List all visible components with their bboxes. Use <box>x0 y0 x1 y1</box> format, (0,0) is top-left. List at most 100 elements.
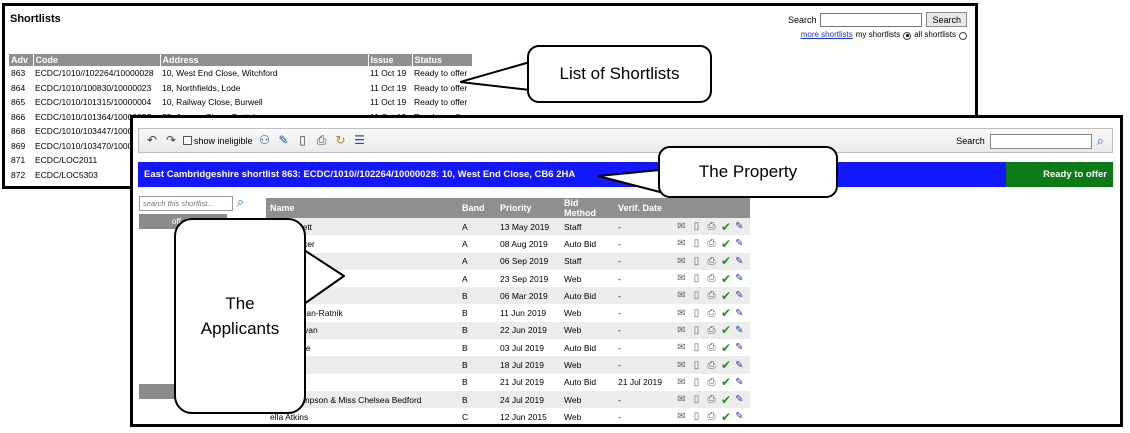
redo-icon[interactable]: ↷ <box>164 133 178 147</box>
more-shortlists-link[interactable]: more shortlists <box>801 30 853 39</box>
print-icon[interactable]: ⎙ <box>706 325 717 336</box>
check-icon[interactable]: ✔ <box>721 272 731 286</box>
email-icon[interactable]: ✉ <box>676 256 687 267</box>
show-ineligible-toggle[interactable]: show ineligible <box>183 135 253 146</box>
email-icon[interactable]: ✉ <box>676 360 687 371</box>
table-row[interactable]: 865 ECDC/1010/101315/10000004 10, Railway … <box>9 95 472 110</box>
check-icon[interactable]: ✔ <box>721 358 731 372</box>
applicant-row[interactable]: d ArmitageB03 Jul 2019Auto Bid-✉▯⎙✔✎ <box>266 339 750 356</box>
check-icon[interactable]: ✔ <box>721 341 731 355</box>
list-icon[interactable]: ☰ <box>353 133 367 147</box>
column-header-verif-date[interactable]: Verif. Date <box>614 198 672 218</box>
print-icon[interactable]: ⎙ <box>706 256 717 267</box>
email-icon[interactable]: ✉ <box>676 377 687 388</box>
check-icon[interactable]: ✔ <box>721 306 731 320</box>
shortlist-search-input[interactable] <box>139 196 233 211</box>
undo-icon[interactable]: ↶ <box>145 133 159 147</box>
edit-icon[interactable]: ✎ <box>735 290 743 301</box>
shortlists-search-input[interactable] <box>820 12 923 27</box>
check-icon[interactable]: ✔ <box>721 254 731 268</box>
edit-icon[interactable]: ✎ <box>735 221 743 232</box>
print-icon[interactable]: ⎙ <box>706 238 717 249</box>
edit-icon[interactable]: ✎ <box>735 325 743 336</box>
print-icon[interactable]: ⎙ <box>315 133 329 147</box>
check-icon[interactable]: ✔ <box>721 289 731 303</box>
column-header-address[interactable]: Address <box>160 54 369 66</box>
toolbar-search-input[interactable] <box>989 133 1092 149</box>
search-button[interactable]: Search <box>926 12 967 27</box>
applicant-row[interactable]: ale HowlettA13 May 2019Staff-✉▯⎙✔✎ <box>266 218 750 236</box>
document-icon[interactable]: ▯ <box>691 273 702 284</box>
check-icon[interactable]: ✔ <box>721 375 731 389</box>
applicant-row[interactable]: BarrettB18 Jul 2019Web-✉▯⎙✔✎ <box>266 356 750 374</box>
print-icon[interactable]: ⎙ <box>706 394 717 405</box>
print-icon[interactable]: ⎙ <box>706 360 717 371</box>
shortlist-search-icon[interactable]: ⌕ <box>237 194 244 210</box>
print-icon[interactable]: ⎙ <box>706 411 717 422</box>
column-header-adv[interactable]: Adv <box>9 54 34 66</box>
all-shortlists-radio[interactable] <box>959 31 967 40</box>
document-icon[interactable]: ▯ <box>691 308 702 319</box>
edit-icon[interactable]: ✎ <box>735 377 743 388</box>
edit-icon[interactable]: ✎ <box>735 273 743 284</box>
email-icon[interactable]: ✉ <box>676 273 687 284</box>
edit-icon[interactable]: ✎ <box>277 133 291 147</box>
document-icon[interactable]: ▯ <box>691 325 702 336</box>
email-icon[interactable]: ✉ <box>676 238 687 249</box>
print-icon[interactable]: ⎙ <box>706 290 717 301</box>
refresh-icon[interactable]: ↻ <box>334 133 348 147</box>
applicant-row[interactable]: ella Atkins C 12 Jun 2015 Web - ✉ ▯ ⎙ ✔ ✎ <box>266 408 750 424</box>
document-icon[interactable]: ▯ <box>691 290 702 301</box>
print-icon[interactable]: ⎙ <box>706 342 717 353</box>
edit-icon[interactable]: ✎ <box>735 394 743 405</box>
applicant-row[interactable]: new SullivanB22 Jun 2019Web-✉▯⎙✔✎ <box>266 321 750 340</box>
column-header-priority[interactable]: Priority <box>496 198 560 218</box>
check-icon[interactable]: ✔ <box>721 393 731 407</box>
email-icon[interactable]: ✉ <box>676 342 687 353</box>
show-ineligible-checkbox[interactable] <box>183 135 192 145</box>
edit-icon[interactable]: ✎ <box>735 342 743 353</box>
document-icon[interactable]: ▯ <box>691 342 702 353</box>
column-header-code[interactable]: Code <box>33 54 161 66</box>
print-icon[interactable]: ⎙ <box>706 273 717 284</box>
table-row[interactable]: 863 ECDC/1010//102264/10000028 10, West En… <box>9 66 472 81</box>
applicant-row[interactable]: olas Thompson & Miss Chelsea Bedford B 24 … <box>266 390 750 409</box>
email-icon[interactable]: ✉ <box>676 411 687 422</box>
print-icon[interactable]: ⎙ <box>706 308 717 319</box>
document-icon[interactable]: ▯ <box>691 221 702 232</box>
document-icon[interactable]: ▯ <box>691 360 702 371</box>
applicant-row[interactable]: BrownB21 Jul 2019Auto Bid21 Jul 2019✉▯⎙✔… <box>266 374 750 391</box>
check-icon[interactable]: ✔ <box>721 237 731 251</box>
document-icon[interactable]: ▯ <box>691 411 702 422</box>
edit-icon[interactable]: ✎ <box>735 411 743 422</box>
users-icon[interactable]: ⚇ <box>258 133 272 147</box>
document-icon[interactable]: ▯ <box>691 394 702 405</box>
document-icon[interactable]: ▯ <box>691 256 702 267</box>
email-icon[interactable]: ✉ <box>676 221 687 232</box>
search-icon[interactable]: ⌕ <box>1097 133 1104 149</box>
table-row[interactable]: 864 ECDC/1010/100830/10000023 18, Northfie… <box>9 81 472 96</box>
email-icon[interactable]: ✉ <box>676 394 687 405</box>
check-icon[interactable]: ✔ <box>721 220 731 234</box>
document-icon[interactable]: ▯ <box>691 238 702 249</box>
edit-icon[interactable]: ✎ <box>735 256 743 267</box>
check-icon[interactable]: ✔ <box>721 323 731 337</box>
column-header-name[interactable]: Name <box>266 198 458 218</box>
email-icon[interactable]: ✉ <box>676 308 687 319</box>
applicant-actions: ✉ ▯ ⎙ ✔ ✎ <box>672 321 750 340</box>
document-icon[interactable]: ▯ <box>691 377 702 388</box>
applicant-actions: ✉ ▯ ⎙ ✔ ✎ <box>672 390 750 409</box>
edit-icon[interactable]: ✎ <box>735 308 743 319</box>
edit-icon[interactable]: ✎ <box>735 238 743 249</box>
edit-icon[interactable]: ✎ <box>735 360 743 371</box>
print-icon[interactable]: ⎙ <box>706 221 717 232</box>
email-icon[interactable]: ✉ <box>676 325 687 336</box>
document-icon[interactable]: ▯ <box>296 133 310 147</box>
column-header-issue[interactable]: Issue <box>368 54 413 66</box>
column-header-bid-method[interactable]: Bid Method <box>560 198 614 218</box>
email-icon[interactable]: ✉ <box>676 290 687 301</box>
check-icon[interactable]: ✔ <box>721 410 731 424</box>
my-shortlists-radio[interactable] <box>903 31 912 40</box>
print-icon[interactable]: ⎙ <box>706 377 717 388</box>
column-header-band[interactable]: Band <box>458 198 496 218</box>
